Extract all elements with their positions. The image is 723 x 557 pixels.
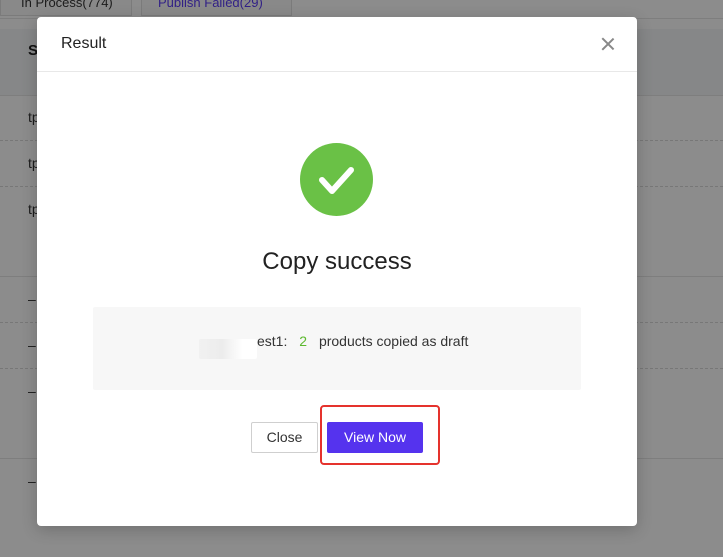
highlight-annotation — [320, 405, 440, 465]
store-name-suffix: est1: — [257, 333, 288, 349]
close-icon[interactable] — [599, 35, 617, 53]
result-message: est1: 2 products copied as draft — [257, 333, 468, 349]
dialog-title: Result — [61, 35, 107, 52]
copied-count: 2 — [299, 333, 308, 349]
check-icon — [300, 143, 373, 216]
close-button[interactable]: Close — [251, 422, 318, 453]
result-title: Copy success — [262, 248, 412, 275]
result-dialog: Result Copy success est1: 2 products cop… — [37, 17, 637, 526]
result-info-box: est1: 2 products copied as draft — [93, 307, 581, 390]
redacted-store-name — [199, 339, 257, 359]
result-message-text: products copied as draft — [318, 333, 469, 349]
dialog-header: Result — [37, 17, 637, 72]
